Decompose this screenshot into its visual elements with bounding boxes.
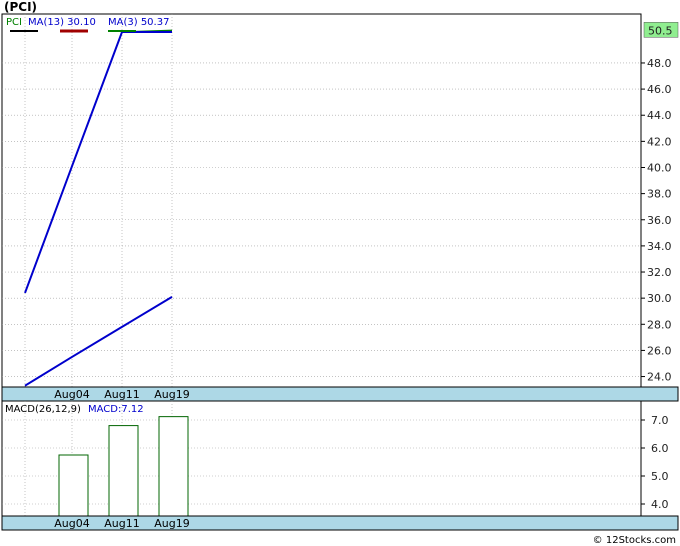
macd-legend-value: MACD:7.12	[88, 404, 144, 415]
macd-bar	[58, 454, 89, 517]
chart-title: (PCI)	[4, 0, 37, 14]
price-ytick-label: 26.0	[647, 344, 672, 357]
price-ytick-label: 40.0	[647, 161, 672, 174]
price-plot-frame	[1, 13, 642, 388]
macd-ytick-label: 4.0	[651, 498, 669, 511]
stock-chart: (PCI) 24.0 26.0 28.0 30.0 32.0 34.0 36.0 38.0 40…	[1, 0, 679, 546]
macd-xtick-label: Aug11	[104, 517, 139, 530]
macd-ytick-label: 7.0	[651, 414, 669, 427]
price-ytick-label: 32.0	[647, 266, 672, 279]
macd-bar	[158, 416, 189, 517]
price-ytick-label: 48.0	[647, 57, 672, 70]
price-ytick-label: 44.0	[647, 109, 672, 122]
price-panel: 24.0 26.0 28.0 30.0 32.0 34.0 36.0 38.0 40.0 42.0…	[1, 13, 679, 402]
macd-legend-label: MACD(26,12,9)	[5, 404, 81, 415]
price-ytick-label: 46.0	[647, 83, 672, 96]
price-ytick-label: 42.0	[647, 135, 672, 148]
series-line-ma13	[24, 295, 173, 387]
macd-ytick-label: 5.0	[651, 470, 669, 483]
price-ytick-label: 24.0	[647, 371, 672, 384]
macd-ytick-label: 6.0	[651, 442, 669, 455]
legend-item: MA(3) 50.37	[108, 17, 169, 28]
price-ytick-label: 28.0	[647, 318, 672, 331]
macd-bar	[108, 425, 139, 517]
watermark: © 12Stocks.com	[593, 535, 676, 546]
price-ytick-label: 38.0	[647, 188, 672, 201]
series-line-ma3	[24, 31, 172, 294]
price-xtick-label: Aug19	[154, 388, 189, 401]
macd-xtick-label: Aug19	[154, 517, 189, 530]
macd-plot-frame	[1, 400, 642, 517]
price-ytick-label: 34.0	[647, 240, 672, 253]
last-price-label: 50.5	[648, 24, 673, 37]
price-ytick-label: 36.0	[647, 214, 672, 227]
legend-item: PCI	[6, 17, 22, 28]
price-xtick-label: Aug11	[104, 388, 139, 401]
price-xtick-label: Aug04	[54, 388, 89, 401]
macd-panel: 4.0 5.0 6.0 7.0 MACD(26,12,9) MACD:7.12 Aug04 A…	[1, 400, 679, 531]
macd-xtick-label: Aug04	[54, 517, 89, 530]
legend-item: MA(13) 30.10	[28, 17, 96, 28]
price-ytick-label: 30.0	[647, 292, 672, 305]
